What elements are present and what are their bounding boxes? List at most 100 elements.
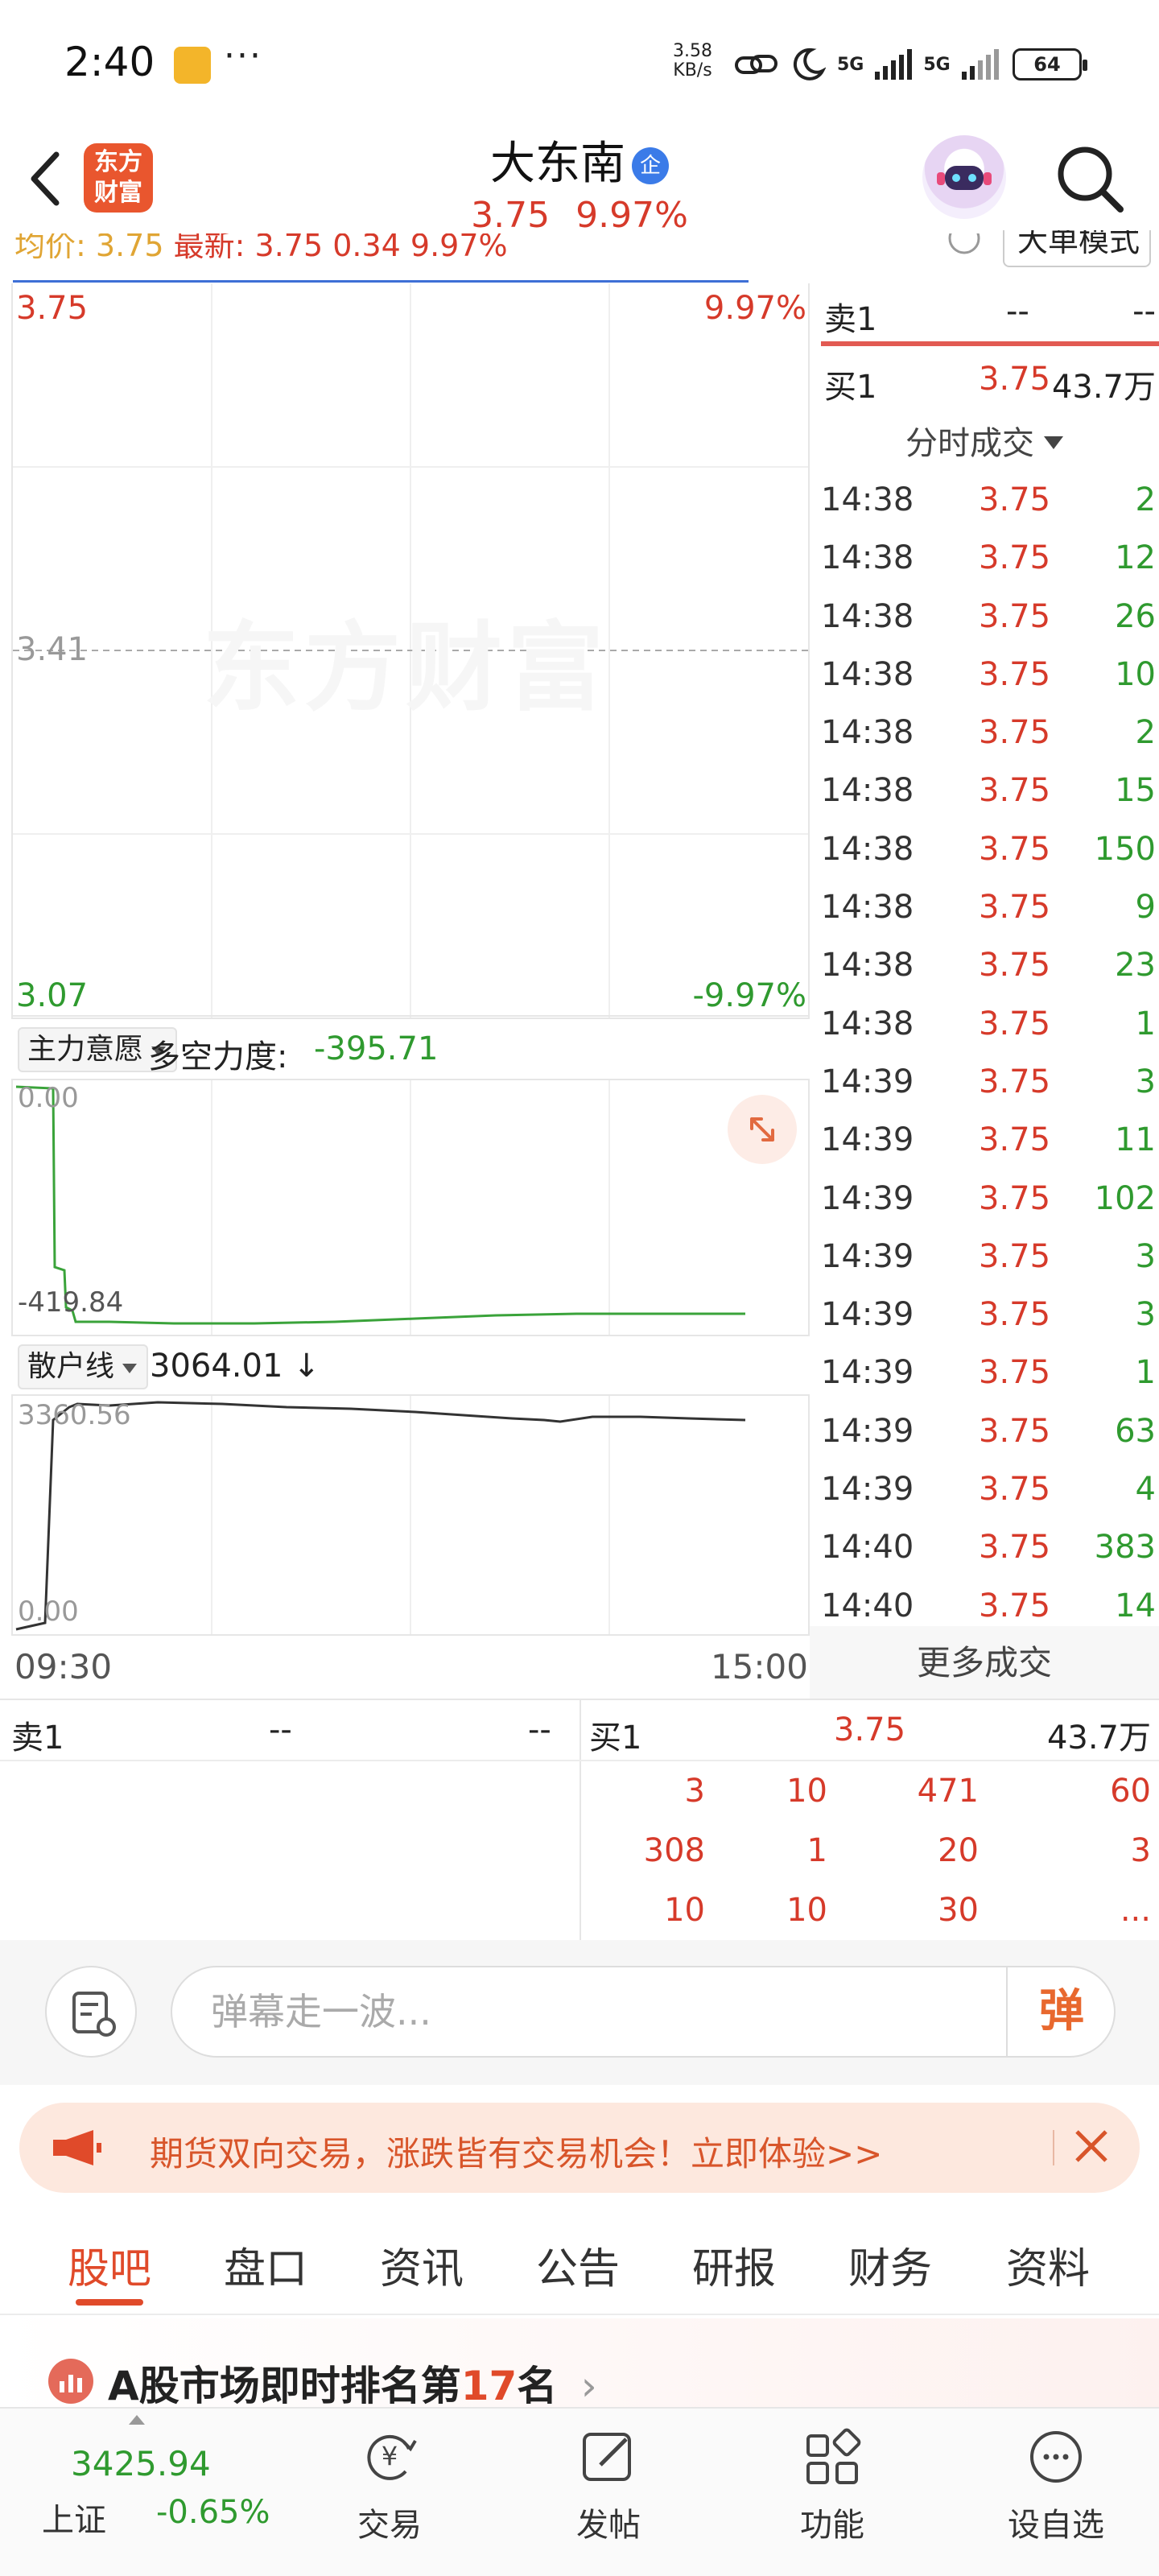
rank-number: 17 bbox=[460, 2363, 518, 2407]
assistant-robot-icon[interactable] bbox=[922, 135, 1006, 219]
nav-trade-label: 交易 bbox=[357, 2507, 422, 2544]
close-icon[interactable] bbox=[1066, 2120, 1117, 2172]
sell1-vol: -- bbox=[1132, 293, 1156, 330]
trade-row: 14:38 3.75 12 bbox=[821, 531, 1159, 589]
danmu-toggle-button[interactable]: 弹 bbox=[1006, 1966, 1116, 2058]
signal-bars-1-icon bbox=[875, 49, 913, 80]
trade-price: 3.75 bbox=[979, 1529, 1051, 1567]
rank-chart-icon bbox=[48, 2359, 93, 2404]
trade-time: 14:40 bbox=[821, 1587, 914, 1624]
intraday-price-chart[interactable]: 东方财富 3.75 9.97% 3.41 3.07 -9.97% bbox=[11, 283, 810, 1018]
order-book-bottom: 卖1 -- -- 买1 3.75 43.7万 3 10 471 60 308 1 20 3 10… bbox=[0, 1699, 1159, 1942]
search-icon[interactable] bbox=[1051, 140, 1128, 217]
bottom-buy1-label: 买1 bbox=[589, 1719, 642, 1757]
index-caret-icon bbox=[129, 2415, 145, 2425]
trade-row: 14:39 3.75 63 bbox=[821, 1405, 1159, 1463]
tab-pankou[interactable]: 盘口 bbox=[224, 2235, 307, 2295]
sim2-label: 5G bbox=[923, 54, 951, 75]
nav-post[interactable]: 发帖 bbox=[536, 2425, 681, 2545]
index-value[interactable]: 3425.94 bbox=[71, 2444, 211, 2483]
trade-row: 14:39 3.75 11 bbox=[821, 1113, 1159, 1171]
notes-button[interactable] bbox=[45, 1966, 137, 2058]
battery-icon: 64 bbox=[1013, 48, 1087, 80]
signal-bars-2-icon bbox=[961, 49, 999, 80]
net-speed-unit: KB/s bbox=[673, 60, 712, 80]
trade-price: 3.75 bbox=[979, 772, 1051, 810]
comment-bar: 弹幕走一波... 弹 bbox=[0, 1940, 1159, 2085]
indicator2-chart[interactable]: 3360.56 0.00 bbox=[11, 1394, 810, 1636]
indicator2-arrow: ↓ bbox=[293, 1348, 320, 1385]
tab-announcements[interactable]: 公告 bbox=[536, 2235, 620, 2295]
content-tabs: 股吧 盘口 资讯 公告 研报 财务 资料 bbox=[0, 2211, 1159, 2315]
status-more-icon: ··· bbox=[224, 35, 262, 76]
link-icon bbox=[735, 55, 777, 74]
trades-header-dropdown[interactable]: 分时成交 bbox=[810, 417, 1159, 473]
trade-time: 14:38 bbox=[821, 947, 914, 985]
trade-volume: 23 bbox=[1115, 947, 1156, 985]
trade-volume: 1 bbox=[1135, 1005, 1156, 1042]
indicator1-axis-top: 0.00 bbox=[18, 1082, 79, 1114]
trade-price: 3.75 bbox=[979, 481, 1051, 518]
trade-time: 14:38 bbox=[821, 772, 914, 810]
trade-price: 3.75 bbox=[979, 1471, 1051, 1509]
sell1-label: 卖1 bbox=[824, 301, 877, 338]
net-speed-value: 3.58 bbox=[673, 41, 712, 61]
index-name[interactable]: 上证 bbox=[42, 2494, 106, 2541]
trade-price: 3.75 bbox=[979, 1005, 1051, 1042]
nav-trade[interactable]: ¥ 交易 bbox=[317, 2425, 462, 2545]
trade-list[interactable]: 14:38 3.75 2 14:38 3.75 12 14:38 3.75 26 14:38 3.7… bbox=[821, 473, 1159, 1637]
indicator1-header: 主力意愿 多空力度: -395.71 bbox=[11, 1018, 810, 1079]
document-settings-icon bbox=[72, 1992, 116, 2037]
trade-volume: 4 bbox=[1135, 1471, 1156, 1509]
buy1-row: 买1 3.75 43.7万 bbox=[821, 351, 1159, 407]
trade-price: 3.75 bbox=[979, 597, 1051, 635]
more-trades-button[interactable]: 更多成交 bbox=[810, 1626, 1159, 1700]
trade-row: 14:38 3.75 23 bbox=[821, 939, 1159, 997]
nav-post-label: 发帖 bbox=[576, 2507, 641, 2544]
queue-order-size: 10 bbox=[786, 1892, 827, 1929]
trade-row: 14:39 3.75 102 bbox=[821, 1172, 1159, 1230]
trade-time: 14:39 bbox=[821, 1471, 914, 1509]
stock-header: 东方财富 大东南企 3.75 9.97% bbox=[0, 121, 1159, 242]
trade-row: 14:38 3.75 150 bbox=[821, 823, 1159, 881]
bottom-buy1-price: 3.75 bbox=[834, 1711, 906, 1748]
nav-add-watchlist[interactable]: 设自选 bbox=[984, 2425, 1128, 2545]
trade-price: 3.75 bbox=[979, 889, 1051, 927]
market-rank-row[interactable]: A股市场即时排名第17名 › bbox=[0, 2318, 1159, 2407]
buy1-queue: 3 10 471 60 308 1 20 3 10 10 30... bbox=[581, 1761, 1159, 1940]
chevron-right-icon: › bbox=[580, 2363, 597, 2407]
indicator1-chart[interactable]: 0.00 -419.84 bbox=[11, 1079, 810, 1336]
promo-banner[interactable]: 期货双向交易，涨跌皆有交易机会！立即体验>> bbox=[19, 2103, 1140, 2193]
svg-text:¥: ¥ bbox=[382, 2441, 398, 2471]
queue-order-size: 308 bbox=[643, 1832, 705, 1869]
indicator2-selector[interactable]: 散户线 bbox=[18, 1344, 149, 1389]
net-speed: 3.58 KB/s bbox=[673, 42, 712, 80]
header-change-pct: 9.97% bbox=[575, 195, 688, 236]
tab-profile[interactable]: 资料 bbox=[1006, 2235, 1090, 2295]
tab-guba[interactable]: 股吧 bbox=[68, 2235, 151, 2295]
rank-prefix: A股市场即时排名第 bbox=[108, 2363, 461, 2407]
tab-finance[interactable]: 财务 bbox=[848, 2235, 932, 2295]
expand-chart-button[interactable] bbox=[728, 1095, 797, 1164]
index-change[interactable]: -0.65% bbox=[156, 2494, 270, 2531]
trade-time: 14:40 bbox=[821, 1529, 914, 1567]
trade-volume: 10 bbox=[1115, 655, 1156, 693]
trade-volume: 11 bbox=[1115, 1121, 1156, 1159]
trade-volume: 9 bbox=[1135, 889, 1156, 927]
nav-functions[interactable]: 功能 bbox=[760, 2425, 905, 2545]
tab-news[interactable]: 资讯 bbox=[380, 2235, 464, 2295]
trade-volume: 63 bbox=[1115, 1412, 1156, 1450]
big-order-mode-button[interactable]: 大单模式 bbox=[1003, 230, 1151, 267]
latest-label: 最新: bbox=[173, 233, 245, 263]
chart-watermark: 东方财富 bbox=[203, 613, 608, 724]
tab-research[interactable]: 研报 bbox=[692, 2235, 776, 2295]
edit-post-icon bbox=[583, 2433, 631, 2481]
trade-time: 14:39 bbox=[821, 1063, 914, 1100]
indicator1-line bbox=[15, 1080, 745, 1336]
bottom-sell1-label: 卖1 bbox=[11, 1719, 64, 1757]
danmu-input[interactable]: 弹幕走一波... bbox=[171, 1966, 1116, 2058]
trade-price: 3.75 bbox=[979, 714, 1051, 752]
trade-time: 14:38 bbox=[821, 655, 914, 693]
trade-row: 14:39 3.75 3 bbox=[821, 1288, 1159, 1346]
help-icon[interactable] bbox=[947, 233, 982, 266]
